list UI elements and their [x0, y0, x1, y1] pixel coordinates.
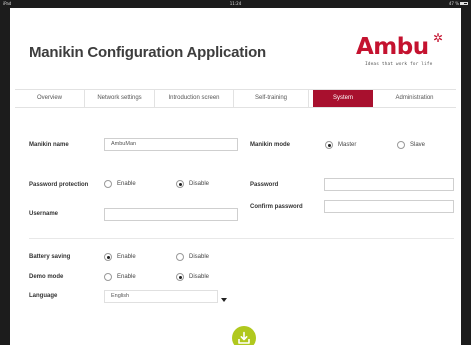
chevron-down-icon[interactable] [221, 298, 227, 302]
radio-unselected-icon [176, 253, 184, 261]
radio-label: Enable [117, 274, 136, 280]
radio-unselected-icon [104, 180, 112, 188]
password-field[interactable] [324, 178, 454, 191]
radio-unselected-icon [397, 141, 405, 149]
tab-administration[interactable]: Administration [373, 90, 456, 107]
status-bar: iPad 11:24 47 % [0, 0, 471, 7]
confirm-password-field[interactable] [324, 200, 454, 213]
tab-system[interactable]: System [313, 90, 373, 107]
app-header: Manikin Configuration Application Ambu ✲… [10, 8, 461, 83]
app-window: Manikin Configuration Application Ambu ✲… [10, 8, 461, 345]
ambu-logo: Ambu ✲ Ideas that work for life [356, 31, 452, 74]
username-label: Username [29, 211, 59, 217]
tab-bar: Overview Network settings Introduction s… [15, 89, 456, 108]
battery-saving-enable-radio[interactable]: Enable [104, 252, 154, 262]
radio-selected-icon [325, 141, 333, 149]
radio-selected-icon [104, 253, 112, 261]
page-title: Manikin Configuration Application [29, 44, 266, 61]
section-divider [29, 238, 454, 239]
radio-label: Disable [189, 274, 210, 280]
radio-label: Slave [410, 142, 426, 148]
radio-unselected-icon [104, 273, 112, 281]
save-button[interactable] [232, 326, 256, 345]
battery-saving-disable-radio[interactable]: Disable [176, 252, 226, 262]
radio-label: Master [338, 142, 357, 148]
language-label: Language [29, 293, 58, 299]
password-protection-enable-radio[interactable]: Enable [104, 179, 154, 189]
tab-introduction-screen[interactable]: Introduction screen [155, 90, 234, 107]
password-protection-disable-radio[interactable]: Disable [176, 179, 226, 189]
battery-percent: 47 % [448, 1, 459, 6]
tab-overview[interactable]: Overview [15, 90, 85, 107]
radio-selected-icon [176, 180, 184, 188]
demo-mode-label: Demo mode [29, 274, 64, 280]
radio-label: Disable [189, 254, 210, 260]
password-protection-label: Password protection [29, 182, 89, 188]
manikin-name-label: Manikin name [29, 142, 69, 148]
tab-network-settings[interactable]: Network settings [85, 90, 155, 107]
demo-mode-enable-radio[interactable]: Enable [104, 272, 154, 282]
radio-label: Enable [117, 181, 136, 187]
language-select[interactable]: English [104, 290, 218, 303]
status-time: 11:24 [229, 1, 242, 6]
radio-label: Enable [117, 254, 136, 260]
username-field[interactable] [104, 208, 238, 221]
password-label: Password [250, 182, 279, 188]
manikin-mode-slave-radio[interactable]: Slave [397, 140, 447, 150]
manikin-name-field[interactable]: AmbuMan [104, 138, 238, 151]
logo-star-icon: ✲ [433, 31, 444, 45]
logo-wordmark: Ambu [356, 34, 429, 60]
battery-saving-label: Battery saving [29, 254, 71, 260]
battery-icon [460, 2, 468, 5]
logo-tagline: Ideas that work for life [365, 62, 433, 67]
demo-mode-disable-radio[interactable]: Disable [176, 272, 226, 282]
download-tray-icon [238, 331, 250, 344]
confirm-password-label: Confirm password [250, 204, 303, 210]
tab-self-training[interactable]: Self-training [234, 90, 309, 107]
manikin-mode-label: Manikin mode [250, 142, 291, 148]
radio-label: Disable [189, 181, 210, 187]
radio-selected-icon [176, 273, 184, 281]
manikin-mode-master-radio[interactable]: Master [325, 140, 375, 150]
